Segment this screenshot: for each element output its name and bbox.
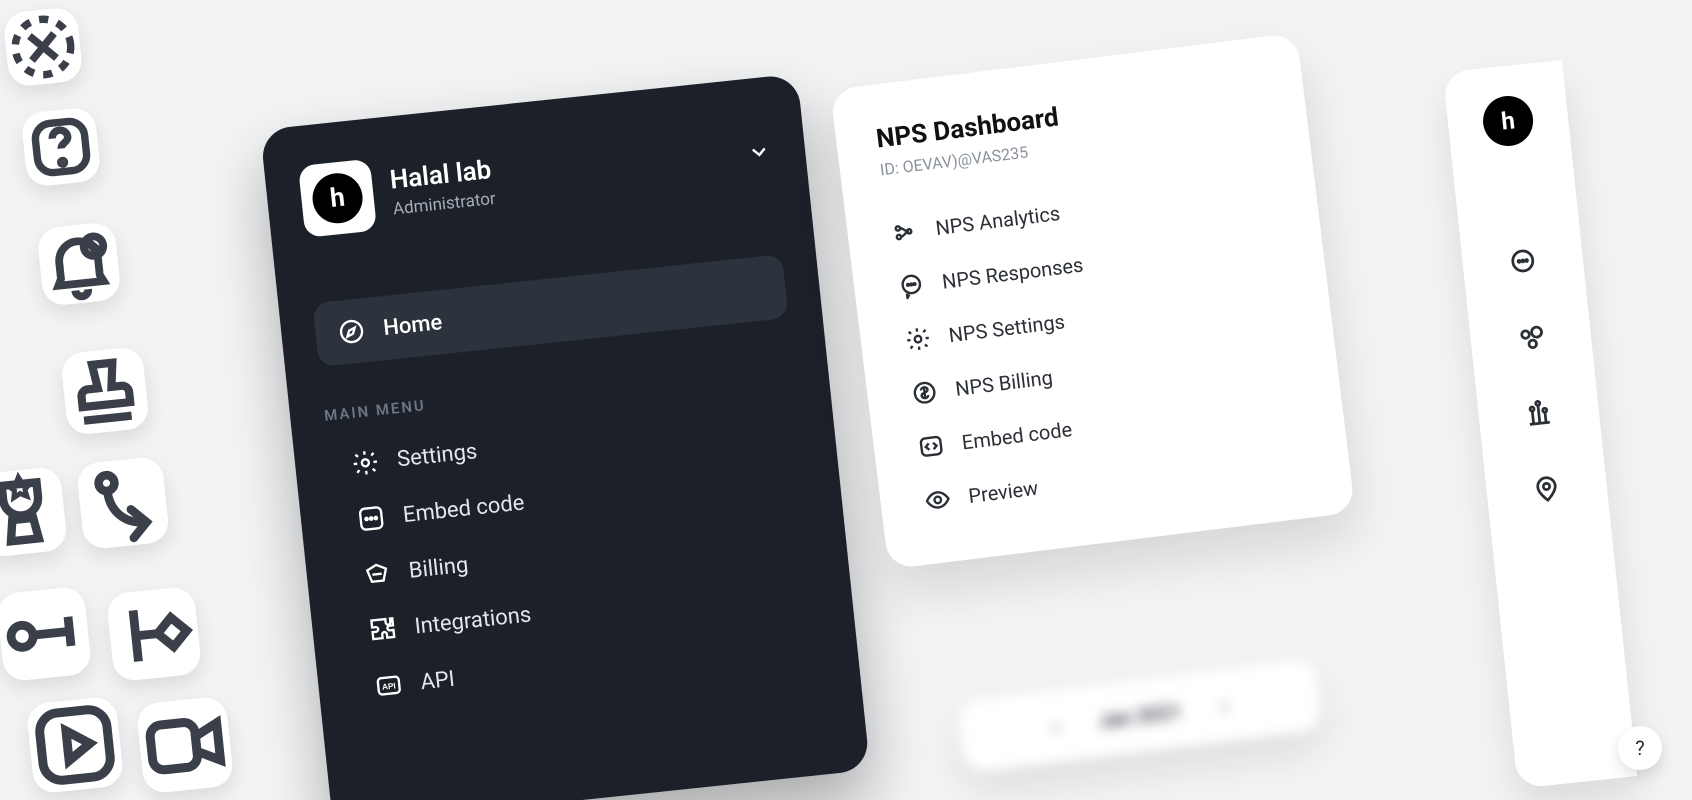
item-label: NPS Billing (954, 365, 1054, 401)
sidebar-panel: h Halal lab Administrator Home MAIN MENU… (260, 74, 870, 800)
close-icon (2, 6, 83, 87)
eye-icon (923, 485, 952, 514)
rail-chat[interactable] (1506, 246, 1539, 283)
card-icon (362, 559, 393, 590)
tile-help[interactable] (20, 106, 101, 187)
video-icon (136, 696, 235, 795)
svg-text:API: API (382, 681, 396, 691)
gear-icon (350, 447, 381, 478)
nps-dashboard-card: NPS Dashboard ID: OEVAV)@VAS235 NPS Anal… (830, 33, 1355, 570)
workspace-logo: h (298, 159, 377, 238)
menu-label: Embed code (402, 490, 526, 528)
ghost-label: Jan 2021 (1097, 699, 1183, 733)
pin-icon (1530, 472, 1563, 505)
rail-pin[interactable] (1530, 472, 1563, 509)
puzzle-icon (368, 615, 399, 646)
compact-rail: h (1443, 60, 1638, 789)
chat-icon (897, 271, 926, 300)
api-icon: API (373, 670, 404, 701)
tile-trophy[interactable] (0, 466, 68, 558)
menu-label: Billing (408, 552, 470, 583)
node-diamond-icon (106, 586, 203, 683)
gear-icon (904, 325, 933, 354)
rail-logo[interactable]: h (1481, 93, 1536, 148)
nav-home-label: Home (382, 310, 443, 341)
item-label: NPS Analytics (934, 201, 1061, 240)
item-label: NPS Responses (941, 253, 1085, 294)
bubbles-icon (1514, 321, 1547, 354)
chat-icon (1506, 246, 1539, 279)
bounce-icon (76, 456, 171, 551)
rail-bubbles[interactable] (1514, 321, 1547, 358)
tile-stamp[interactable] (60, 346, 150, 436)
stamp-icon (60, 346, 150, 436)
menu-label: Settings (396, 439, 479, 472)
dollar-icon (910, 378, 939, 407)
rail-chart[interactable] (1522, 397, 1555, 434)
item-label: Embed code (960, 417, 1073, 454)
node-left-icon (0, 586, 92, 683)
analytics-icon (890, 217, 919, 246)
help-fab[interactable]: ? (1618, 726, 1662, 770)
chart-icon (1522, 397, 1555, 430)
help-icon (20, 106, 101, 187)
tile-video[interactable] (136, 696, 235, 795)
help-glyph: ? (1635, 736, 1644, 760)
item-label: Preview (967, 476, 1039, 508)
tile-bell[interactable] (36, 221, 122, 307)
tile-bounce[interactable] (76, 456, 171, 551)
trophy-star-icon (0, 466, 68, 558)
menu-label: API (419, 666, 456, 694)
menu-label: Integrations (413, 602, 532, 639)
chevron-down-icon (746, 139, 773, 169)
tile-play[interactable] (26, 696, 125, 795)
tile-node-l[interactable] (0, 586, 92, 683)
bell-slash-icon (36, 221, 122, 307)
compass-icon (336, 316, 367, 347)
code-icon (917, 432, 946, 461)
date-selector-ghost: ‹ Jan 2021 › (957, 658, 1323, 773)
play-icon (26, 696, 125, 795)
tile-node-d[interactable] (106, 586, 203, 683)
tile-close[interactable] (2, 6, 83, 87)
code-brackets-icon (356, 503, 387, 534)
item-label: NPS Settings (947, 309, 1066, 347)
